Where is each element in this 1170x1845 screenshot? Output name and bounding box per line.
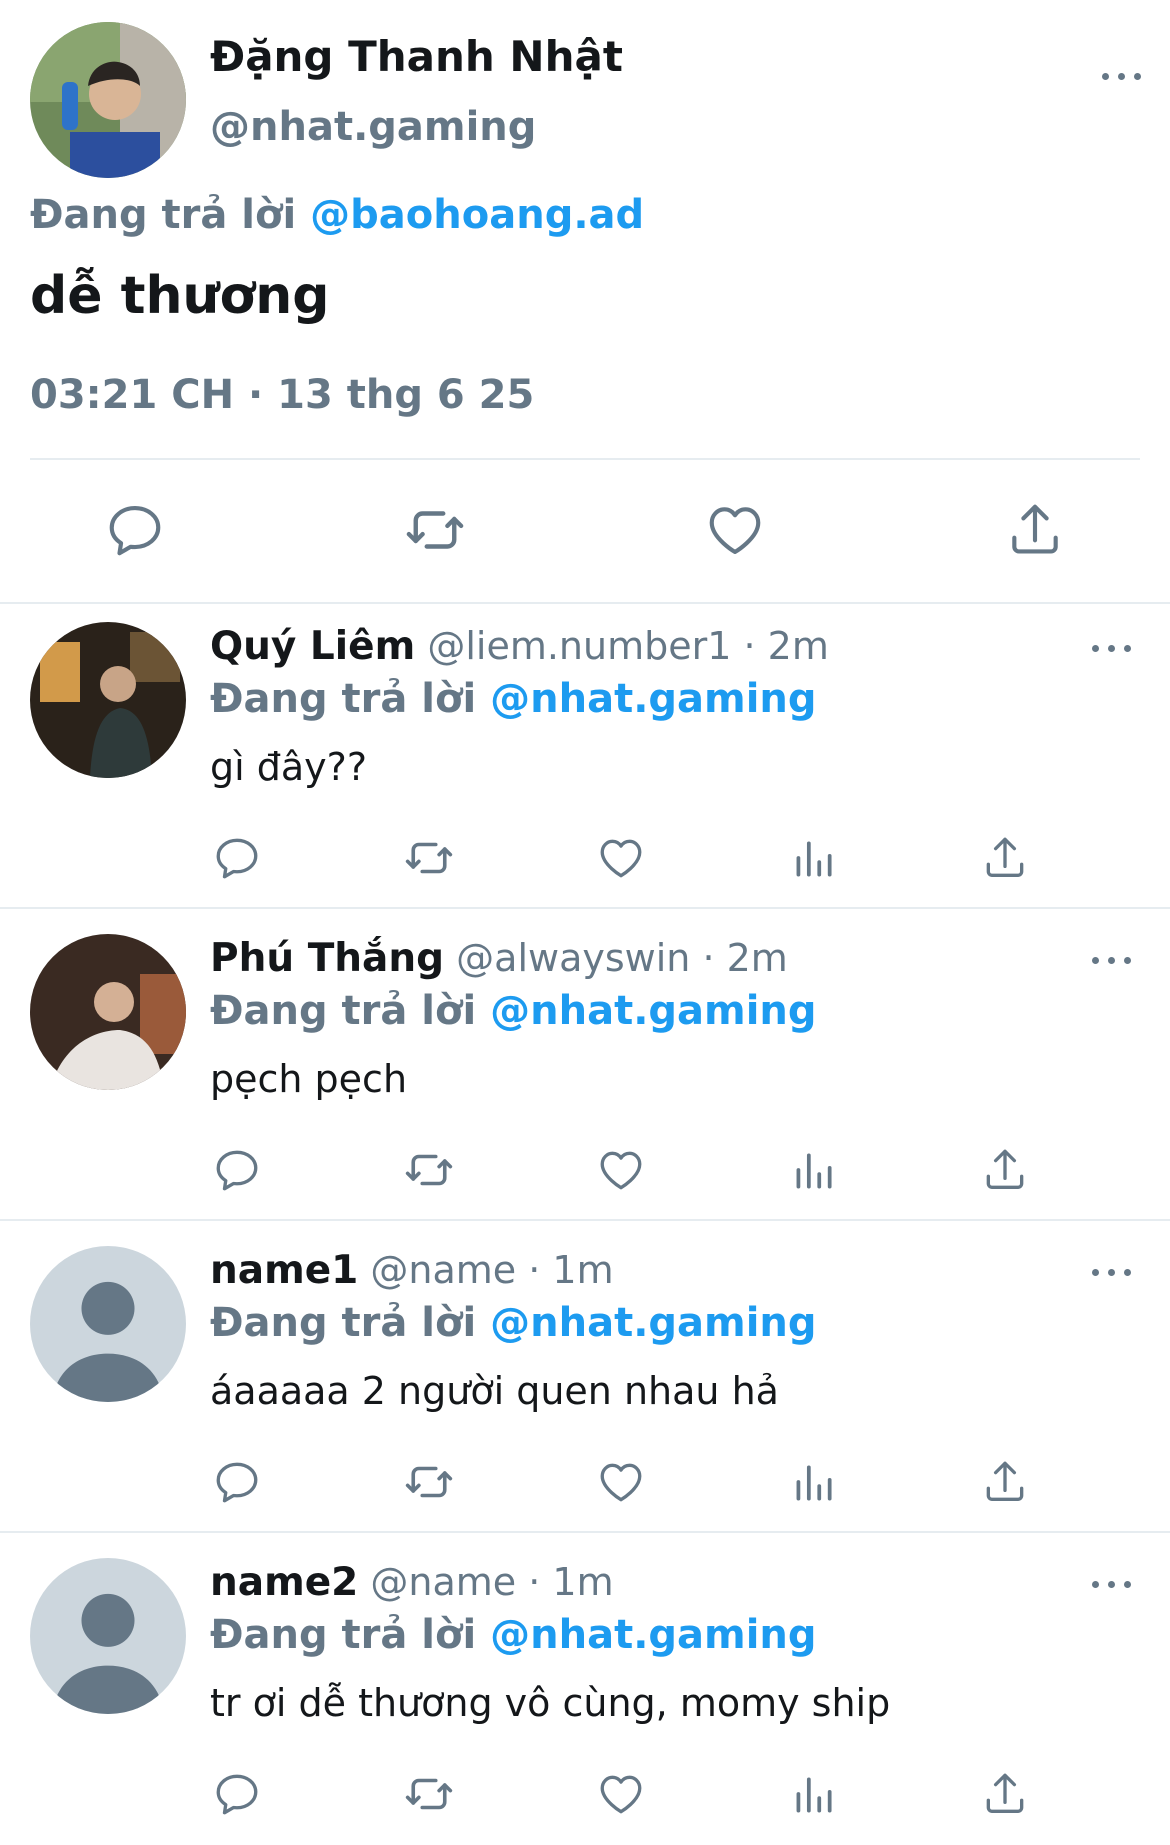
avatar-photo <box>30 934 186 1090</box>
more-options-icon[interactable] <box>1090 1262 1134 1282</box>
replying-mention-link[interactable]: @baohoang.ad <box>310 192 644 238</box>
reply-header: name1 @name · 1m <box>210 1248 614 1293</box>
replying-mention-link[interactable]: @nhat.gaming <box>490 988 816 1034</box>
replying-to-line: Đang trả lời @nhat.gaming <box>210 676 817 722</box>
share-icon[interactable] <box>976 1453 1034 1511</box>
reply-author-name[interactable]: name1 <box>210 1248 358 1293</box>
retweet-icon[interactable] <box>400 1141 458 1199</box>
more-options-icon[interactable] <box>1100 66 1144 86</box>
more-options-icon[interactable] <box>1090 950 1134 970</box>
reply-time: · 1m <box>528 1248 614 1292</box>
like-icon[interactable] <box>592 1453 650 1511</box>
reply-icon[interactable] <box>100 495 170 565</box>
default-avatar[interactable] <box>30 1558 186 1714</box>
reply-text: tr ơi dễ thương vô cùng, momy ship <box>210 1681 891 1725</box>
divider <box>0 1531 1170 1533</box>
like-icon[interactable] <box>700 495 770 565</box>
replying-to-line: Đang trả lời @baohoang.ad <box>30 192 644 238</box>
replying-to-line: Đang trả lời @nhat.gaming <box>210 1300 817 1346</box>
reply-icon[interactable] <box>208 1765 266 1823</box>
avatar[interactable] <box>30 22 186 178</box>
views-icon[interactable] <box>784 829 842 887</box>
share-icon[interactable] <box>976 1141 1034 1199</box>
share-icon[interactable] <box>976 829 1034 887</box>
divider <box>0 602 1170 604</box>
avatar-photo <box>30 22 186 178</box>
like-icon[interactable] <box>592 1141 650 1199</box>
reply-author-name[interactable]: Phú Thắng <box>210 936 444 981</box>
reply-time: · 1m <box>528 1560 614 1604</box>
replying-label: Đang trả lời <box>210 676 477 722</box>
reply-icon[interactable] <box>208 1453 266 1511</box>
retweet-icon[interactable] <box>400 1765 458 1823</box>
avatar-photo <box>30 622 186 778</box>
replying-label: Đang trả lời <box>210 1300 477 1346</box>
author-name[interactable]: Đặng Thanh Nhật <box>210 32 623 81</box>
reply-author-handle[interactable]: @liem.number1 <box>427 624 731 668</box>
reply-author-handle[interactable]: @alwayswin <box>456 936 690 980</box>
reply-text: pẹch pẹch <box>210 1057 408 1101</box>
avatar[interactable] <box>30 622 186 778</box>
reply-time: · 2m <box>702 936 788 980</box>
reply-author-handle[interactable]: @name <box>370 1248 516 1292</box>
retweet-icon[interactable] <box>400 829 458 887</box>
divider <box>0 907 1170 909</box>
reply-header: Phú Thắng @alwayswin · 2m <box>210 936 788 981</box>
reply-text: gì đây?? <box>210 745 367 789</box>
tweet-timestamp: 03:21 CH · 13 thg 6 25 <box>30 372 535 418</box>
replying-label: Đang trả lời <box>210 1612 477 1658</box>
reply-author-name[interactable]: name2 <box>210 1560 358 1605</box>
views-icon[interactable] <box>784 1141 842 1199</box>
share-icon[interactable] <box>976 1765 1034 1823</box>
more-options-icon[interactable] <box>1090 638 1134 658</box>
reply-icon[interactable] <box>208 829 266 887</box>
tweet-text: dễ thương <box>30 266 330 326</box>
retweet-icon[interactable] <box>400 495 470 565</box>
reply-icon[interactable] <box>208 1141 266 1199</box>
like-icon[interactable] <box>592 1765 650 1823</box>
retweet-icon[interactable] <box>400 1453 458 1511</box>
replying-to-line: Đang trả lời @nhat.gaming <box>210 988 817 1034</box>
divider <box>0 1219 1170 1221</box>
avatar[interactable] <box>30 934 186 1090</box>
views-icon[interactable] <box>784 1453 842 1511</box>
default-profile-icon <box>30 1558 186 1714</box>
reply-author-handle[interactable]: @name <box>370 1560 516 1604</box>
share-icon[interactable] <box>1000 495 1070 565</box>
more-options-icon[interactable] <box>1090 1574 1134 1594</box>
replying-label: Đang trả lời <box>210 988 477 1034</box>
reply-time: · 2m <box>743 624 829 668</box>
views-icon[interactable] <box>784 1765 842 1823</box>
replying-mention-link[interactable]: @nhat.gaming <box>490 1612 816 1658</box>
default-profile-icon <box>30 1246 186 1402</box>
replying-to-line: Đang trả lời @nhat.gaming <box>210 1612 817 1658</box>
divider <box>30 458 1140 460</box>
replying-label: Đang trả lời <box>30 192 297 238</box>
like-icon[interactable] <box>592 829 650 887</box>
reply-header: name2 @name · 1m <box>210 1560 614 1605</box>
reply-author-name[interactable]: Quý Liêm <box>210 624 415 669</box>
replying-mention-link[interactable]: @nhat.gaming <box>490 676 816 722</box>
author-handle[interactable]: @nhat.gaming <box>210 104 536 150</box>
reply-text: áaaaaa 2 người quen nhau hả <box>210 1369 779 1413</box>
replying-mention-link[interactable]: @nhat.gaming <box>490 1300 816 1346</box>
default-avatar[interactable] <box>30 1246 186 1402</box>
reply-header: Quý Liêm @liem.number1 · 2m <box>210 624 829 669</box>
